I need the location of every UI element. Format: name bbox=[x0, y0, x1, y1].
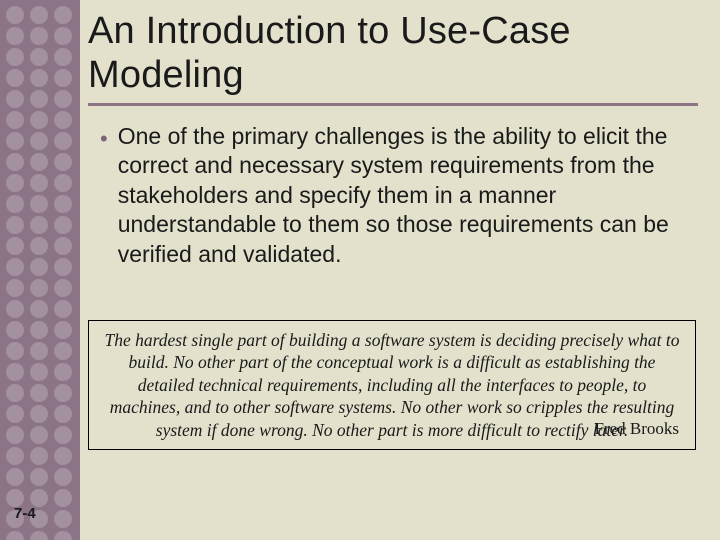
bullet-text: One of the primary challenges is the abi… bbox=[118, 122, 690, 269]
decorative-dot-icon bbox=[54, 300, 72, 318]
decorative-dot-icon bbox=[6, 468, 24, 486]
decorative-dot-icon bbox=[30, 300, 48, 318]
decorative-dot-icon bbox=[30, 195, 48, 213]
decorative-dot-icon bbox=[30, 90, 48, 108]
decorative-dot-icon bbox=[6, 531, 24, 540]
decorative-dot-icon bbox=[6, 426, 24, 444]
bullet-block: • One of the primary challenges is the a… bbox=[100, 122, 690, 269]
page-number: 7-4 bbox=[14, 505, 36, 522]
decorative-dot-icon bbox=[30, 342, 48, 360]
decorative-dot-icon bbox=[6, 279, 24, 297]
decorative-dot-icon bbox=[6, 237, 24, 255]
bullet-item: • One of the primary challenges is the a… bbox=[100, 122, 690, 269]
decorative-dot-icon bbox=[54, 363, 72, 381]
decorative-dot-icon bbox=[30, 468, 48, 486]
decorative-dot-icon bbox=[54, 426, 72, 444]
decorative-dot-icon bbox=[54, 258, 72, 276]
decorative-dot-icon bbox=[54, 111, 72, 129]
decorative-dot-icon bbox=[30, 405, 48, 423]
slide-title: An Introduction to Use-Case Modeling bbox=[88, 10, 688, 97]
title-underline bbox=[88, 103, 698, 106]
decorative-dot-icon bbox=[54, 174, 72, 192]
decorative-dot-icon bbox=[6, 300, 24, 318]
decorative-dot-icon bbox=[6, 216, 24, 234]
decorative-dot-icon bbox=[30, 321, 48, 339]
decorative-dot-icon bbox=[30, 447, 48, 465]
decorative-dot-icon bbox=[30, 531, 48, 540]
decorative-dot-icon bbox=[54, 153, 72, 171]
decorative-dot-icon bbox=[6, 111, 24, 129]
decorative-dot-icon bbox=[54, 132, 72, 150]
decorative-dot-icon bbox=[30, 111, 48, 129]
decorative-dot-icon bbox=[54, 27, 72, 45]
decorative-dot-icon bbox=[54, 342, 72, 360]
decorative-dot-icon bbox=[54, 195, 72, 213]
decorative-dot-icon bbox=[30, 363, 48, 381]
decorative-dot-icon bbox=[30, 174, 48, 192]
decorative-dot-icon bbox=[54, 489, 72, 507]
decorative-dot-icon bbox=[6, 405, 24, 423]
decorative-dot-icon bbox=[6, 132, 24, 150]
decorative-dot-icon bbox=[54, 405, 72, 423]
quote-text: The hardest single part of building a so… bbox=[101, 329, 683, 441]
decorative-dot-icon bbox=[30, 426, 48, 444]
decorative-dot-icon bbox=[30, 258, 48, 276]
decorative-dot-icon bbox=[54, 447, 72, 465]
decorative-dot-icon bbox=[54, 510, 72, 528]
decorative-dot-icon bbox=[30, 132, 48, 150]
decorative-dot-icon bbox=[54, 69, 72, 87]
decorative-dot-icon bbox=[30, 6, 48, 24]
decorative-dot-icon bbox=[6, 447, 24, 465]
decorative-dot-icon bbox=[30, 69, 48, 87]
decorative-dot-icon bbox=[6, 384, 24, 402]
decorative-dot-icon bbox=[6, 258, 24, 276]
decorative-dot-icon bbox=[6, 27, 24, 45]
decorative-sidebar bbox=[0, 0, 80, 540]
decorative-dot-icon bbox=[30, 279, 48, 297]
decorative-dot-icon bbox=[6, 174, 24, 192]
decorative-dot-icon bbox=[54, 216, 72, 234]
decorative-dot-icon bbox=[54, 279, 72, 297]
decorative-dot-icon bbox=[30, 384, 48, 402]
decorative-dot-icon bbox=[6, 321, 24, 339]
decorative-dot-icon bbox=[54, 384, 72, 402]
decorative-dot-icon bbox=[6, 195, 24, 213]
decorative-dot-icon bbox=[6, 48, 24, 66]
decorative-dot-icon bbox=[54, 468, 72, 486]
quote-box: The hardest single part of building a so… bbox=[88, 320, 696, 450]
decorative-dot-icon bbox=[54, 237, 72, 255]
decorative-dot-icon bbox=[54, 48, 72, 66]
decorative-dot-icon bbox=[6, 342, 24, 360]
decorative-dot-icon bbox=[54, 6, 72, 24]
decorative-dot-icon bbox=[30, 153, 48, 171]
bullet-marker-icon: • bbox=[100, 126, 108, 269]
decorative-dot-icon bbox=[6, 69, 24, 87]
decorative-dot-icon bbox=[54, 321, 72, 339]
decorative-dot-icon bbox=[6, 90, 24, 108]
decorative-dot-icon bbox=[54, 90, 72, 108]
decorative-dot-icon bbox=[30, 237, 48, 255]
slide-title-wrap: An Introduction to Use-Case Modeling bbox=[88, 10, 688, 97]
decorative-dot-icon bbox=[54, 531, 72, 540]
decorative-dot-icon bbox=[30, 48, 48, 66]
decorative-dot-icon bbox=[30, 216, 48, 234]
decorative-dot-icon bbox=[6, 153, 24, 171]
decorative-dot-icon bbox=[6, 6, 24, 24]
decorative-dot-icon bbox=[6, 363, 24, 381]
decorative-dot-icon bbox=[30, 27, 48, 45]
